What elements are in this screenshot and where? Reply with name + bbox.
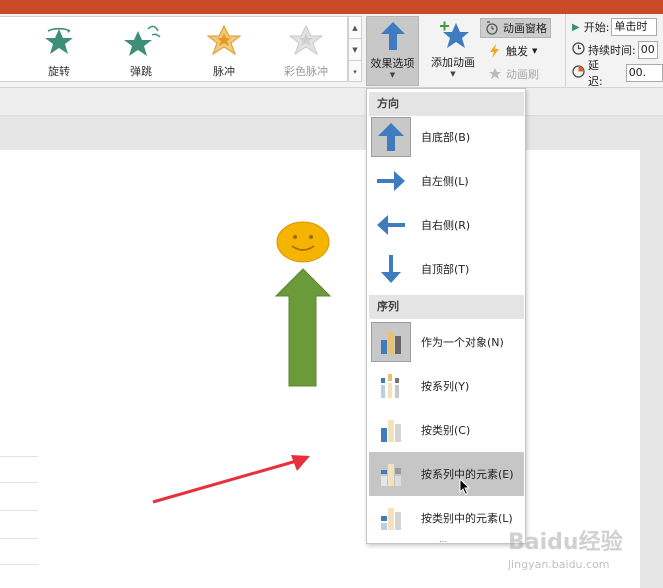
gallery-item-label: 弹跳 [130,65,152,78]
direction-item-from-left[interactable]: 自左侧(L) [369,159,524,203]
start-row: ▶ 开始: 单击时 [572,17,658,37]
pulse-star-icon [191,23,257,59]
gallery-item-label: 彩色脉冲 [284,65,328,78]
chevron-down-icon: ▼ [532,47,538,55]
direction-item-label: 自顶部(T) [421,263,470,276]
add-animation-button[interactable]: 添加动画 ▼ [426,16,480,86]
gallery-item-pulse[interactable]: 脉冲 [191,23,257,79]
delay-label: 延迟: [588,59,603,88]
watermark-subtext: jingyan.baidu.com [508,558,610,571]
color-pulse-star-icon [273,23,339,59]
effect-options-button[interactable]: 效果选项 ▼ [366,16,419,86]
sequence-item-label: 按类别(C) [421,424,471,437]
direction-item-label: 自底部(B) [421,131,471,144]
add-animation-star-icon [440,21,469,48]
chevron-down-icon: ▼ [389,71,396,79]
clock-icon [572,42,585,58]
animation-painter-button[interactable]: 动画刷 [484,64,542,84]
slide-guide-line [0,482,38,483]
title-bar [0,0,663,14]
trigger-button[interactable]: 触发 ▼ [484,41,540,61]
chart-by-series-icon [371,366,411,406]
sequence-item-by-category[interactable]: 按类别(C) [369,408,524,452]
animation-gallery: 旋转 弹跳 脉冲 彩色脉冲 [0,16,348,82]
sequence-item-by-series[interactable]: 按系列(Y) [369,364,524,408]
duration-row: 持续时间: 00 [572,40,658,60]
arrow-right-icon [371,161,411,201]
chart-by-category-icon [371,410,411,450]
watermark-text: Baidu经验 [508,530,623,555]
animation-painter-label: 动画刷 [506,68,539,81]
arrow-down-icon [371,249,411,289]
spin-star-icon [26,23,92,59]
effect-options-dropdown: 方向 自底部(B) 自左侧(L) 自右侧(R) 自顶部(T) 序列 作为一个对象… [366,88,526,546]
chart-by-category-element-icon [371,498,411,538]
sequence-item-as-one-object[interactable]: 作为一个对象(N) [369,320,524,364]
green-up-arrow-shape[interactable] [275,268,331,388]
mouse-cursor-icon [459,478,471,496]
sequence-item-label: 作为一个对象(N) [421,336,504,349]
effect-options-label: 效果选项 [370,57,415,70]
scroll-down-icon[interactable]: ▼ [349,39,361,61]
gallery-expand-icon[interactable]: ▾ [349,61,361,83]
add-animation-label: 添加动画 [431,56,475,69]
chart-as-one-object-icon [371,322,411,362]
animation-pane-icon [484,20,500,36]
arrow-up-icon [371,117,411,157]
direction-header: 方向 [369,92,524,116]
bounce-star-icon [108,23,174,59]
gallery-item-label: 旋转 [48,65,70,78]
animation-pane-label: 动画窗格 [503,22,547,35]
delay-clock-icon [572,65,585,81]
trigger-label: 触发 [506,45,528,58]
direction-item-label: 自左侧(L) [421,175,469,188]
duration-input[interactable]: 00 [637,41,658,59]
slide-tab-strip [0,88,663,116]
gallery-item-color-pulse[interactable]: 彩色脉冲 [273,23,339,79]
direction-item-from-bottom[interactable]: 自底部(B) [369,115,524,159]
start-label: 开始: [583,21,610,34]
smiley-face-shape[interactable] [275,220,331,264]
slide-guide-line [0,564,38,565]
sequence-header: 序列 [369,295,524,319]
delay-row: 延迟: 00. [572,59,663,88]
sequence-item-label: 按系列(Y) [421,380,470,393]
sequence-item-by-element-in-category[interactable]: 按类别中的元素(L) [369,496,524,540]
chevron-down-icon: ▼ [450,70,456,78]
timing-group: ▶ 开始: 单击时 持续时间: 00 延迟: 00. [565,14,663,88]
gallery-item-label: 脉冲 [213,65,235,78]
gallery-scrollbar[interactable]: ▲ ▼ ▾ [348,16,362,82]
animation-painter-icon [487,66,503,82]
play-icon: ▶ [572,21,580,33]
animation-ribbon: 旋转 弹跳 脉冲 彩色脉冲 ▲ ▼ ▾ 效果选项 ▼ 添加动画 ▼ 动画窗格 触… [0,14,663,88]
red-annotation-arrow [152,455,310,504]
direction-item-from-right[interactable]: 自右侧(R) [369,203,524,247]
gallery-item-bounce[interactable]: 弹跳 [108,23,174,79]
dropdown-resize-grip-icon[interactable]: ⋯ [439,537,447,546]
start-select[interactable]: 单击时 [611,18,658,36]
arrow-left-icon [371,205,411,245]
animation-pane-button[interactable]: 动画窗格 [480,18,551,38]
direction-item-from-top[interactable]: 自顶部(T) [369,247,524,291]
arrow-up-icon [380,21,406,54]
sequence-item-label: 按类别中的元素(L) [421,512,513,525]
scroll-up-icon[interactable]: ▲ [349,17,361,39]
direction-item-label: 自右侧(R) [421,219,471,232]
slide-guide-line [0,538,38,539]
chart-by-series-element-icon [371,454,411,494]
lightning-icon [487,43,503,59]
duration-label: 持续时间: [588,44,636,57]
gallery-item-spin[interactable]: 旋转 [26,23,92,79]
slide-guide-line [0,456,38,457]
slide-guide-line [0,510,38,511]
editor-workspace [0,88,663,588]
sequence-item-by-element-in-series[interactable]: 按系列中的元素(E) [369,452,524,496]
baidu-watermark: Baidu经验 jingyan.baidu.com [508,524,658,580]
delay-input[interactable]: 00. [625,64,663,82]
